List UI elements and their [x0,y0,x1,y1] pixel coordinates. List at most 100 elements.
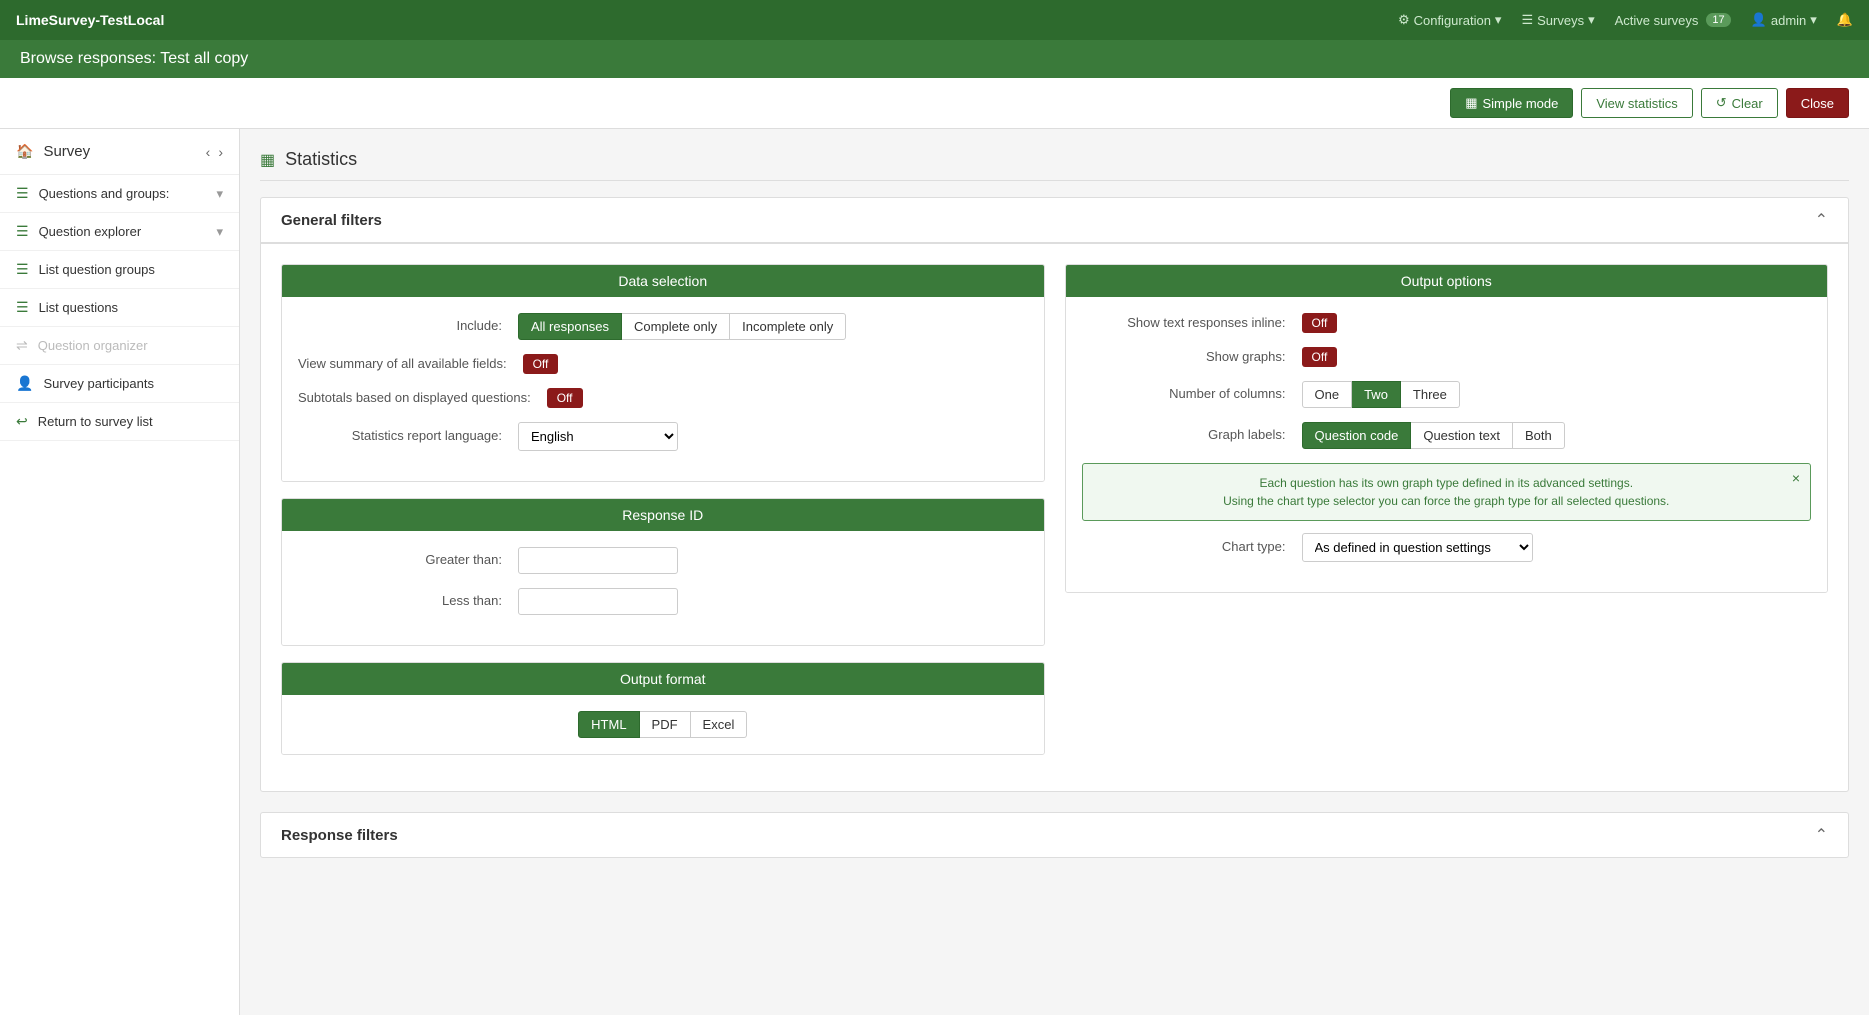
chart-type-row: Chart type: As defined in question setti… [1082,533,1812,562]
greater-than-input[interactable] [518,547,678,574]
view-statistics-button[interactable]: View statistics [1581,88,1692,118]
sidebar-item-return-to-survey-list[interactable]: ↩ Return to survey list [0,403,239,441]
sidebar-item-list-question-groups[interactable]: ☰ List question groups [0,251,239,289]
bar-chart-icon: ▦ [1465,95,1477,111]
collapse-icon[interactable]: ⌃ [1815,825,1828,845]
chevron-down-icon: ▾ [1588,12,1595,28]
show-text-inline-toggle-button[interactable]: Off [1302,313,1338,333]
num-columns-btn-group: One Two Three [1302,381,1460,408]
sidebar: 🏠 Survey ‹ › ☰ Questions and groups: ▾ ☰… [0,129,240,1015]
show-text-inline-toggle: Off [1302,313,1338,333]
chart-type-info-box: × Each question has its own graph type d… [1082,463,1812,521]
chevron-down-icon: ▾ [1810,12,1817,28]
chart-type-label: Chart type: [1082,538,1302,556]
less-than-row: Less than: [298,588,1028,615]
main-content: ▦ Statistics General filters ⌃ Data sele… [240,129,1869,1015]
general-filters-header[interactable]: General filters ⌃ [261,198,1848,244]
list-icon: ☰ [16,223,29,240]
sidebar-item-survey-participants[interactable]: 👤 Survey participants [0,365,239,403]
active-surveys-link[interactable]: Active surveys 17 [1615,13,1731,28]
notification-bell[interactable]: 🔔 [1837,12,1853,28]
view-summary-toggle-button[interactable]: Off [523,354,559,374]
columns-two-button[interactable]: Two [1352,381,1401,408]
format-html-button[interactable]: HTML [578,711,639,738]
data-selection-header: Data selection [282,265,1044,297]
info-text-line1: Each question has its own graph type def… [1099,476,1795,490]
sidebar-item-questions-groups[interactable]: ☰ Questions and groups: ▾ [0,175,239,213]
graph-label-text-button[interactable]: Question text [1411,422,1513,449]
general-filters-title: General filters [281,212,382,229]
language-row: Statistics report language: English [298,422,1028,451]
include-incomplete-button[interactable]: Incomplete only [730,313,846,340]
sidebar-item-list-questions[interactable]: ☰ List questions [0,289,239,327]
format-excel-button[interactable]: Excel [691,711,748,738]
greater-than-row: Greater than: [298,547,1028,574]
sidebar-item-question-explorer[interactable]: ☰ Question explorer ▾ [0,213,239,251]
include-all-button[interactable]: All responses [518,313,622,340]
bell-icon: 🔔 [1837,12,1853,28]
list-icon: ☰ [16,261,29,278]
collapse-icon[interactable]: ⌃ [1815,210,1828,230]
arrow-right-icon[interactable]: › [218,144,223,160]
clear-button[interactable]: ↺ Clear [1701,88,1778,118]
organizer-icon: ⇌ [16,337,28,354]
response-filters-header[interactable]: Response filters ⌃ [261,813,1848,857]
language-select[interactable]: English [518,422,678,451]
sidebar-item-label: List questions [39,300,223,315]
return-icon: ↩ [16,413,28,430]
graph-labels-btn-group: Question code Question text Both [1302,422,1565,449]
include-row: Include: All responses Complete only Inc… [298,313,1028,340]
page-subtitle: Browse responses: Test all copy [0,40,1869,78]
output-options-body: Show text responses inline: Off Show gra… [1066,297,1828,592]
graph-label-both-button[interactable]: Both [1513,422,1565,449]
surveys-menu[interactable]: ☰ Surveys ▾ [1521,12,1594,28]
graph-labels-label: Graph labels: [1082,426,1302,444]
response-filters-panel: Response filters ⌃ [260,812,1849,858]
columns-three-button[interactable]: Three [1401,381,1460,408]
sidebar-survey-title: Survey [43,143,205,160]
output-format-card: Output format HTML PDF Excel [281,662,1045,755]
arrow-left-icon[interactable]: ‹ [206,144,211,160]
num-columns-row: Number of columns: One Two Three [1082,381,1812,408]
language-label: Statistics report language: [298,427,518,445]
filters-grid: Data selection Include: All responses Co… [281,264,1828,771]
right-column: Output options Show text responses inlin… [1065,264,1829,771]
list-icon: ☰ [1521,12,1533,28]
gear-icon: ⚙ [1398,12,1410,28]
output-format-body: HTML PDF Excel [282,695,1044,754]
subtotals-label: Subtotals based on displayed questions: [298,389,547,407]
format-pdf-button[interactable]: PDF [640,711,691,738]
include-label: Include: [298,317,518,335]
columns-one-button[interactable]: One [1302,381,1353,408]
simple-mode-button[interactable]: ▦ Simple mode [1450,88,1573,118]
show-graphs-label: Show graphs: [1082,348,1302,366]
page-title: Statistics [285,149,357,170]
list-icon: ☰ [16,299,29,316]
less-than-label: Less than: [298,592,518,610]
admin-menu[interactable]: 👤 admin ▾ [1751,12,1817,28]
include-complete-button[interactable]: Complete only [622,313,730,340]
show-graphs-toggle-button[interactable]: Off [1302,347,1338,367]
chart-type-select[interactable]: As defined in question settings [1302,533,1533,562]
close-button[interactable]: Close [1786,88,1849,118]
survey-icon: 🏠 [16,143,33,160]
show-text-inline-label: Show text responses inline: [1082,314,1302,332]
statistics-section-header: ▦ Statistics [260,149,1849,181]
sidebar-arrows[interactable]: ‹ › [206,144,223,160]
response-filters-title: Response filters [281,827,398,844]
active-surveys-badge: 17 [1706,13,1730,27]
include-btn-group: All responses Complete only Incomplete o… [518,313,846,340]
general-filters-panel: General filters ⌃ Data selection Inc [260,197,1849,792]
graph-label-code-button[interactable]: Question code [1302,422,1412,449]
main-layout: 🏠 Survey ‹ › ☰ Questions and groups: ▾ ☰… [0,129,1869,1015]
list-icon: ☰ [16,185,29,202]
subtotals-toggle-button[interactable]: Off [547,388,583,408]
info-box-close-button[interactable]: × [1792,470,1800,486]
configuration-menu[interactable]: ⚙ Configuration ▾ [1398,12,1502,28]
user-icon: 👤 [1751,12,1767,28]
brand-logo[interactable]: LimeSurvey-TestLocal [16,12,164,28]
refresh-icon: ↺ [1716,95,1727,111]
general-filters-body: Data selection Include: All responses Co… [261,244,1848,791]
less-than-input[interactable] [518,588,678,615]
subtotals-toggle: Off [547,388,583,408]
